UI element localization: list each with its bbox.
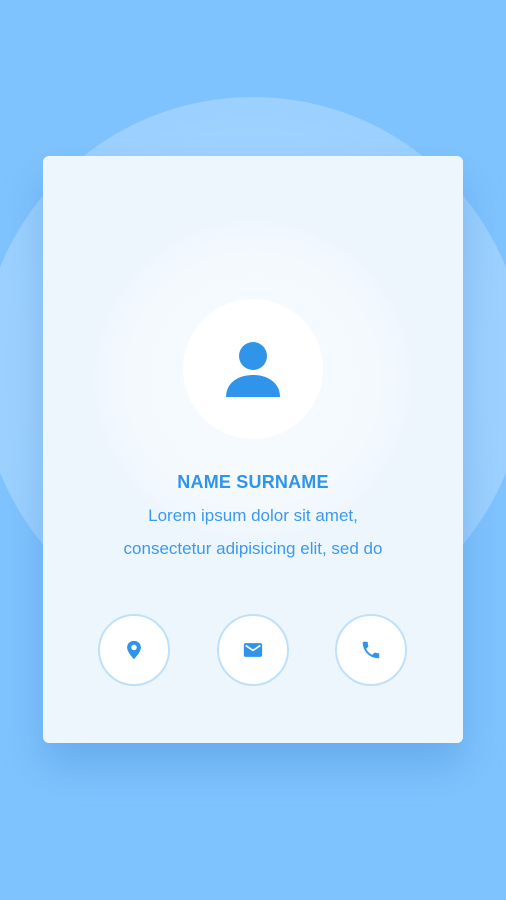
profile-card: NAME SURNAME Lorem ipsum dolor sit amet,… (43, 156, 463, 743)
profile-description-line2: consectetur adipisicing elit, sed do (123, 539, 383, 558)
profile-description-line1: Lorem ipsum dolor sit amet, (148, 506, 358, 525)
email-button[interactable] (217, 614, 289, 686)
envelope-icon (243, 643, 263, 657)
profile-name: NAME SURNAME (177, 472, 329, 492)
location-button[interactable] (98, 614, 170, 686)
person-icon (226, 342, 280, 397)
phone-button[interactable] (335, 614, 407, 686)
phone-icon (362, 641, 380, 659)
avatar (183, 299, 323, 439)
location-pin-icon (127, 640, 141, 660)
